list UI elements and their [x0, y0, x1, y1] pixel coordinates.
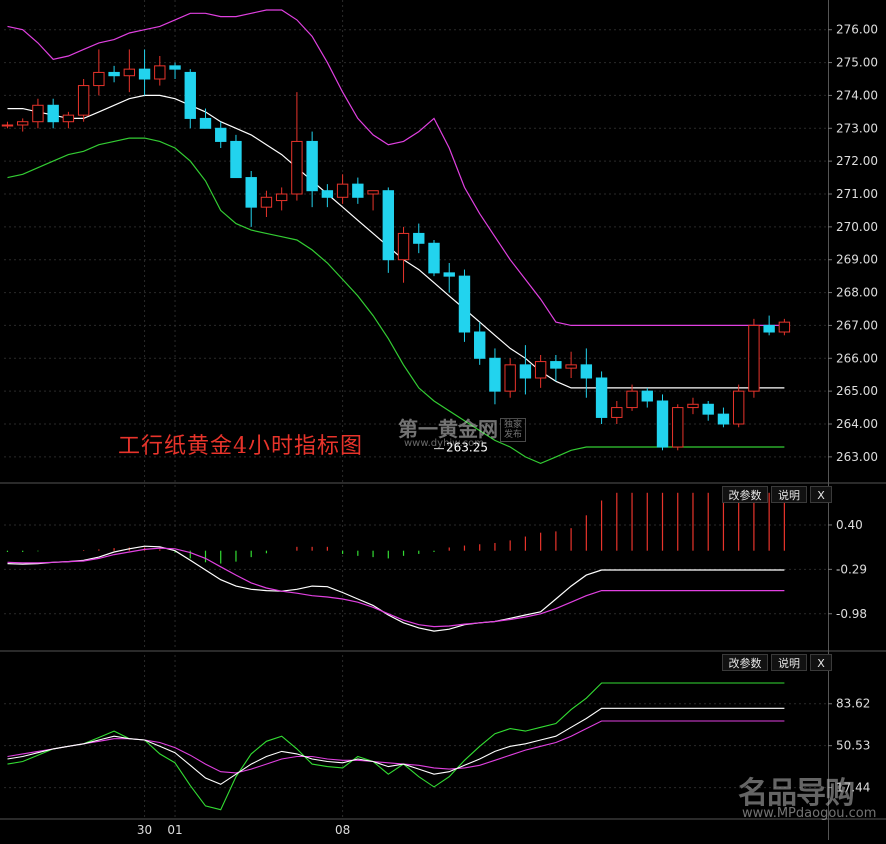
candle-body — [595, 377, 608, 418]
candle-body — [687, 403, 699, 409]
x-tick-label: 08 — [335, 823, 350, 837]
y-tick-label: 269.00 — [836, 253, 878, 267]
candle-body — [763, 324, 775, 333]
y-tick-label: 265.00 — [836, 384, 878, 398]
kdj-j-line — [7, 682, 785, 811]
y-tick-label: 264.00 — [836, 417, 878, 431]
x-tick-label: 01 — [167, 823, 182, 837]
candle-body — [489, 357, 501, 392]
candle-body — [565, 364, 577, 369]
candle-body — [1, 124, 14, 127]
kdj-help-button[interactable]: 说明 — [771, 654, 807, 671]
candle-body — [519, 364, 532, 379]
candle-body — [184, 71, 196, 119]
candle-body — [504, 364, 516, 392]
watermark-site-url: www.dyhjw.com — [404, 438, 484, 449]
macd-y-tick-label: -0.29 — [836, 562, 867, 576]
candle-body — [138, 68, 151, 80]
macd-y-tick-label: 0.40 — [836, 518, 863, 532]
y-tick-label: 271.00 — [836, 187, 878, 201]
candle-body — [169, 65, 181, 70]
candle-body — [656, 400, 669, 448]
candle-body — [321, 190, 334, 198]
candle-body — [336, 183, 349, 198]
candle-body — [702, 403, 714, 415]
candle-body — [458, 275, 471, 333]
candle-body — [534, 361, 547, 379]
y-tick-label: 276.00 — [836, 23, 878, 37]
candle-body — [611, 407, 623, 418]
candle-body — [17, 121, 29, 126]
candle-body — [672, 407, 684, 448]
y-tick-label: 274.00 — [836, 88, 878, 102]
candle-body — [550, 361, 562, 369]
candle-body — [260, 196, 273, 208]
y-tick-label: 267.00 — [836, 318, 878, 332]
candle-body — [748, 324, 760, 392]
candle-body — [641, 390, 653, 402]
candle-body — [413, 232, 425, 244]
y-tick-label: 263.00 — [836, 450, 878, 464]
candle-body — [32, 104, 44, 123]
candle-body — [154, 65, 166, 80]
candle-body — [291, 140, 303, 195]
kdj-close-button[interactable]: X — [810, 654, 832, 671]
candle-body — [352, 183, 364, 198]
macd-close-button[interactable]: X — [810, 486, 832, 503]
kdj-y-tick-label: 83.62 — [836, 697, 870, 711]
watermark-corner-url: www.MPdaogou.com — [742, 806, 877, 821]
candle-body — [47, 104, 59, 123]
y-tick-label: 272.00 — [836, 154, 878, 168]
candle-body — [443, 272, 455, 277]
macd-help-button[interactable]: 说明 — [771, 486, 807, 503]
candle-body — [306, 140, 318, 192]
candle-body — [215, 127, 227, 142]
candle-body — [199, 117, 212, 129]
candle-body — [245, 177, 257, 208]
chart-title: 工行纸黄金4小时指标图 — [118, 434, 363, 459]
candle-body — [230, 140, 242, 179]
chart-stage: 276.00 275.00 274.00 273.00 272.00 271.00 270.… — [0, 0, 886, 840]
candle-body — [382, 190, 394, 261]
candle-body — [732, 390, 745, 425]
kdj-params-button[interactable]: 改参数 — [722, 654, 768, 671]
candle-body — [108, 71, 120, 77]
y-tick-label: 268.00 — [836, 286, 878, 300]
candle-body — [717, 413, 730, 425]
candle-body — [397, 232, 410, 261]
kdj-y-tick-label: 50.53 — [836, 739, 870, 753]
y-tick-label: 275.00 — [836, 56, 878, 70]
candle-body — [93, 71, 105, 87]
candle-body — [428, 242, 440, 274]
band-line-upper — [7, 9, 785, 326]
watermark-badge: 独家发布 — [500, 418, 526, 442]
kdj-k-line — [7, 707, 785, 785]
candle-body — [778, 321, 791, 333]
macd-dif-line — [7, 545, 785, 632]
candle-body — [626, 390, 638, 409]
candle-body — [275, 193, 288, 202]
macd-params-button[interactable]: 改参数 — [722, 486, 768, 503]
candle-body — [62, 114, 75, 123]
macd-y-tick-label: -0.98 — [836, 607, 867, 621]
candle-body — [367, 190, 379, 195]
candle-body — [123, 68, 136, 77]
macd-dea-line — [7, 547, 785, 628]
candle-body — [474, 331, 486, 359]
y-tick-label: 273.00 — [836, 121, 878, 135]
y-tick-label: 266.00 — [836, 351, 878, 365]
x-tick-label: 30 — [137, 823, 152, 837]
candle-body — [77, 85, 90, 116]
candle-body — [580, 364, 593, 379]
y-tick-label: 270.00 — [836, 220, 878, 234]
